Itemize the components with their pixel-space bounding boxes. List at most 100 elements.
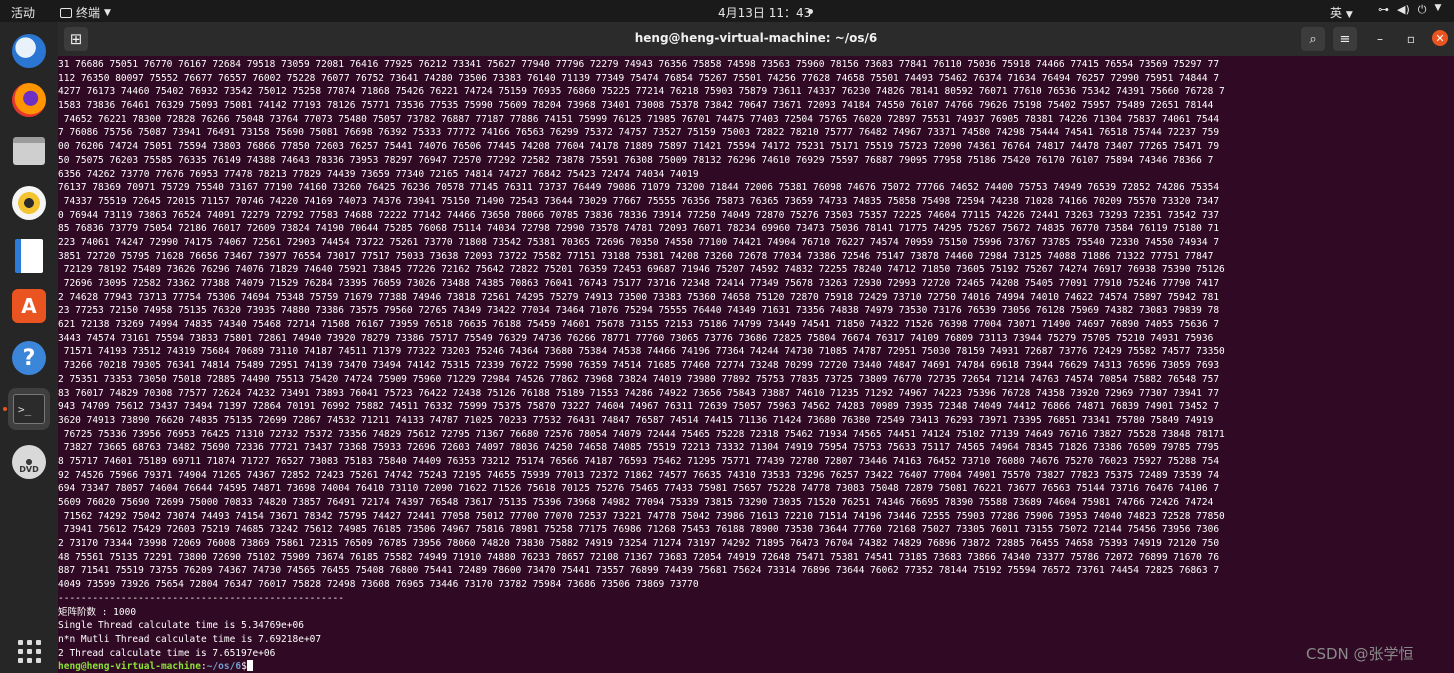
matrix-output-line: 3620 74913 73890 76620 74835 75135 72699… <box>58 414 1214 426</box>
system-tray[interactable]: ⊶ ◀) ⏻ ▼ <box>1378 3 1441 17</box>
matrix-output-line: 23 77253 72150 74958 75135 76320 73935 7… <box>58 305 1220 317</box>
matrix-output-line: 4277 76173 74460 75402 76932 73542 75012… <box>58 86 1225 98</box>
matrix-output-line: 92 74526 75966 79371 74904 71265 74367 7… <box>58 469 1220 481</box>
input-method-menu[interactable]: 英 ▼ <box>1330 4 1353 21</box>
dvd-icon: DVD <box>12 445 46 479</box>
prompt-user: heng@heng-virtual-machine <box>58 661 201 673</box>
running-indicator-icon <box>3 407 7 411</box>
clock[interactable]: 4月13日 11：43 <box>718 4 811 21</box>
matrix-output-line: 73941 75612 75429 72603 75219 74685 7324… <box>58 524 1220 536</box>
matrix-output-line: 71562 74292 75042 73074 74493 74154 7367… <box>58 510 1225 522</box>
files-icon <box>13 137 45 165</box>
terminal-app-icon <box>60 7 72 18</box>
maximize-icon: ▫ <box>1406 32 1416 46</box>
firefox-icon <box>12 83 46 117</box>
help-icon: ? <box>12 341 46 375</box>
matrix-output-line: 74337 75519 72645 72015 71157 70746 7422… <box>58 195 1220 207</box>
dock: A ? >_ DVD <box>0 22 58 673</box>
dock-firefox[interactable] <box>8 79 50 121</box>
matrix-output-line: 50 75075 76203 75585 76335 76149 74388 7… <box>58 154 1214 166</box>
libreoffice-writer-icon <box>15 239 43 273</box>
app-grid-icon <box>17 639 41 663</box>
matrix-output-line: 00 76206 74724 75051 75594 73803 76866 7… <box>58 141 1220 153</box>
matrix-output-line: 6356 74262 73770 77676 76953 77478 78213… <box>58 168 699 180</box>
dock-rhythmbox[interactable] <box>8 182 50 224</box>
prompt-path: ~/os/6 <box>206 661 242 673</box>
matrix-output-line: 8 75717 74601 75189 69711 71874 71727 76… <box>58 455 1220 467</box>
dock-thunderbird[interactable] <box>8 30 50 72</box>
matrix-output-line: 4049 73599 73926 75654 72804 76347 76017… <box>58 579 699 591</box>
minimize-button[interactable]: – <box>1370 29 1390 49</box>
chevron-down-icon: ▼ <box>104 7 111 18</box>
matrix-output-line: 694 73347 78057 74604 76644 74595 74871 … <box>58 483 1220 495</box>
window-title: heng@heng-virtual-machine: ~/os/6 <box>634 31 878 45</box>
matrix-output-line: 1583 73836 76461 76329 75093 75081 74142… <box>58 100 1214 112</box>
csdn-watermark: CSDN @张学恒 <box>1306 645 1414 663</box>
matrix-output-line: 621 72138 73269 74994 74835 74340 75468 … <box>58 319 1220 331</box>
matrix-output-line: 83 76017 74829 70308 77577 72624 74232 7… <box>58 387 1220 399</box>
matrix-output-line: 5609 76020 75690 72699 75000 70833 74820… <box>58 497 1214 508</box>
matrix-output-line: 223 74061 74247 72990 74175 74067 72561 … <box>58 236 1220 248</box>
dock-terminal[interactable]: >_ <box>8 388 50 430</box>
power-icon: ⏻ <box>1417 3 1427 16</box>
app-menu-label: 终端 <box>76 6 101 20</box>
matrix-output-line: 48 75561 75135 72291 73800 72690 75102 7… <box>58 551 1220 563</box>
close-icon: ✕ <box>1435 31 1445 45</box>
terminal-output: 31 76686 75051 76770 76167 72684 79518 7… <box>58 58 1454 673</box>
search-button[interactable]: ⌕ <box>1301 27 1325 51</box>
matrix-output-line: 76137 78369 70971 75729 75540 73167 7719… <box>58 182 1220 194</box>
result-line: 2 Thread calculate time is 7.65197e+06 <box>58 647 276 659</box>
network-icon: ⊶ <box>1378 3 1389 16</box>
matrix-output-line: 112 76350 80097 75552 76677 76557 76002 … <box>58 72 1220 84</box>
dock-writer[interactable] <box>8 235 50 277</box>
matrix-output-line: 72696 73095 72582 73362 77388 74079 7152… <box>58 278 1220 289</box>
volume-icon: ◀) <box>1397 3 1410 16</box>
terminal-screen[interactable]: 31 76686 75051 76770 76167 72684 79518 7… <box>58 56 1454 673</box>
result-line: n*n Mutli Thread calculate time is 7.692… <box>58 633 322 645</box>
matrix-output-line: 76725 75336 73956 76953 76425 71310 7273… <box>58 428 1225 440</box>
dock-dvd[interactable]: DVD <box>8 441 50 483</box>
search-icon: ⌕ <box>1309 31 1317 47</box>
matrix-output-line: 72129 78192 75489 73626 76296 74076 7182… <box>58 264 1225 276</box>
matrix-output-line: 3443 74574 73161 75594 73833 75801 72861… <box>58 332 1214 344</box>
activities-button[interactable]: 活动 <box>11 4 35 21</box>
terminal-window: ⊞ heng@heng-virtual-machine: ~/os/6 ⌕ ≡ … <box>58 22 1454 673</box>
result-line: Single Thread calculate time is 5.34769e… <box>58 620 304 632</box>
matrix-output-line: 85 76836 73779 75054 72186 76017 72609 7… <box>58 223 1220 235</box>
matrix-output-line: 31 76686 75051 76770 76167 72684 79518 7… <box>58 59 1220 70</box>
matrix-output-line: 74652 76221 78300 72828 76266 75048 7376… <box>58 113 1220 125</box>
matrix-output-line: 943 74709 75612 73437 73494 71397 72864 … <box>58 401 1220 413</box>
terminal-icon: >_ <box>13 394 45 424</box>
dock-files[interactable] <box>8 130 50 172</box>
dock-help[interactable]: ? <box>8 337 50 379</box>
matrix-output-line: 3851 72720 75795 71628 76656 73467 73977… <box>58 250 1214 262</box>
matrix-output-line: 2 75351 73353 73050 75018 72885 74490 75… <box>58 373 1220 385</box>
shell-prompt[interactable]: heng@heng-virtual-machine:~/os/6$ <box>58 660 1454 673</box>
input-method-label: 英 <box>1330 6 1343 20</box>
app-menu[interactable]: 终端 ▼ <box>60 4 111 21</box>
notification-dot-icon <box>808 9 813 14</box>
dock-software[interactable]: A <box>8 285 50 327</box>
chevron-down-icon: ▼ <box>1434 3 1442 13</box>
hamburger-menu-icon: ≡ <box>1339 31 1351 47</box>
matrix-output-line: 73827 73665 68763 73482 75690 72336 7772… <box>58 442 1220 454</box>
maximize-button[interactable]: ▫ <box>1401 29 1421 49</box>
menu-button[interactable]: ≡ <box>1333 27 1357 51</box>
rhythmbox-icon <box>12 186 46 220</box>
result-line: 矩阵阶数 : 1000 <box>58 606 137 618</box>
separator-line: ----------------------------------------… <box>58 592 344 604</box>
top-bar: 活动 终端 ▼ 4月13日 11：43 英 ▼ ⊶ ◀) ⏻ ▼ <box>0 0 1454 22</box>
matrix-output-line: 887 71541 75519 73755 76209 74367 74730 … <box>58 565 1220 577</box>
software-store-icon: A <box>12 289 46 323</box>
minimize-icon: – <box>1377 32 1383 46</box>
window-titlebar[interactable]: ⊞ heng@heng-virtual-machine: ~/os/6 ⌕ ≡ … <box>58 22 1454 56</box>
matrix-output-line: 2 73170 73344 73998 72069 76008 73869 75… <box>58 538 1220 550</box>
matrix-output-line: 71571 74193 73512 74319 75684 70689 7311… <box>58 346 1225 358</box>
matrix-output-line: 73266 70218 79305 76341 74814 75489 7295… <box>58 360 1220 372</box>
matrix-output-line: 2 74628 77943 73713 77754 75306 74694 75… <box>58 291 1220 303</box>
thunderbird-icon <box>12 34 46 68</box>
show-applications-button[interactable] <box>8 630 50 672</box>
chevron-down-icon: ▼ <box>1345 10 1353 20</box>
matrix-output-line: 7 76086 75756 75087 73941 76491 73158 75… <box>58 127 1220 139</box>
close-button[interactable]: ✕ <box>1432 30 1448 46</box>
